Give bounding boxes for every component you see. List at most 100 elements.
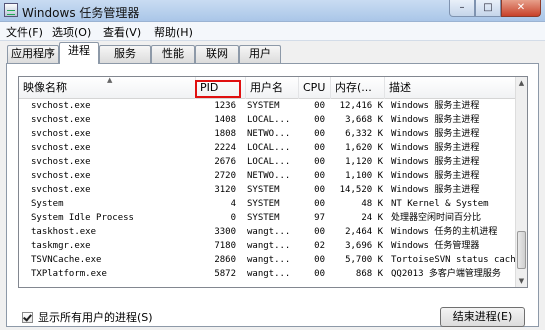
cell-pid: 3300: [214, 227, 236, 237]
column-cpu[interactable]: CPU: [299, 77, 331, 99]
cell-cpu: 00: [314, 157, 325, 167]
process-row[interactable]: svchost.exe 2676 LOCAL... 00 1,120 K Windows …: [19, 155, 517, 169]
cell-desc: Windows 服务主进程: [391, 143, 480, 153]
cell-mem: 12,416 K: [339, 101, 383, 111]
cell-name: System Idle Process: [31, 213, 134, 223]
scroll-thumb[interactable]: [517, 231, 526, 269]
cell-mem: 1,620 K: [345, 143, 383, 153]
cell-pid: 1408: [214, 115, 236, 125]
maximize-button[interactable]: □: [475, 0, 501, 17]
process-row[interactable]: svchost.exe 1808 NETWO... 00 6,332 K Windows …: [19, 127, 517, 141]
close-button[interactable]: ✕: [501, 0, 541, 17]
cell-cpu: 00: [314, 129, 325, 139]
cell-cpu: 00: [314, 185, 325, 195]
cell-desc: Windows 服务主进程: [391, 185, 480, 195]
cell-desc: Windows 任务的主机进程: [391, 227, 498, 237]
tab-processes[interactable]: 进程: [59, 42, 99, 64]
scroll-down-icon[interactable]: ▼: [516, 275, 527, 287]
cell-pid: 1808: [214, 129, 236, 139]
cell-name: svchost.exe: [31, 115, 91, 125]
cell-mem: 1,120 K: [345, 157, 383, 167]
cell-name: TSVNCache.exe: [31, 255, 102, 265]
column-image-name[interactable]: 映像名称 ▲: [19, 77, 196, 99]
process-row[interactable]: TSVNCache.exe 2860 wangt... 00 5,700 K Tortoi…: [19, 253, 517, 267]
menu-view[interactable]: 查看(V): [103, 24, 141, 40]
checkbox-checked-icon[interactable]: [22, 311, 33, 323]
cell-desc: Windows 服务主进程: [391, 171, 480, 181]
menu-bar: 文件(F) 选项(O) 查看(V) 帮助(H): [0, 22, 545, 41]
cell-cpu: 00: [314, 269, 325, 279]
column-description[interactable]: 描述: [385, 77, 517, 99]
cell-mem: 6,332 K: [345, 129, 383, 139]
cell-user: LOCAL...: [247, 143, 291, 153]
cell-desc: TortoiseSVN status cach: [391, 255, 515, 265]
cell-name: svchost.exe: [31, 171, 91, 181]
cell-mem: 3,668 K: [345, 115, 383, 125]
column-username[interactable]: 用户名: [246, 77, 299, 99]
cell-pid: 1236: [214, 101, 236, 111]
cell-cpu: 02: [314, 241, 325, 251]
process-row[interactable]: svchost.exe 2720 NETWO... 00 1,100 K Windows …: [19, 169, 517, 183]
cell-cpu: 97: [314, 213, 325, 223]
cell-user: SYSTEM: [247, 199, 280, 209]
menu-file[interactable]: 文件(F): [6, 24, 43, 40]
cell-cpu: 00: [314, 101, 325, 111]
cell-desc: 处理器空闲时间百分比: [391, 213, 482, 223]
menu-help[interactable]: 帮助(H): [154, 24, 193, 40]
cell-pid: 2676: [214, 157, 236, 167]
process-row[interactable]: taskhost.exe 3300 wangt... 00 2,464 K Windows…: [19, 225, 517, 239]
cell-user: wangt...: [247, 241, 291, 251]
window-controls: – □ ✕: [449, 0, 541, 18]
end-process-button[interactable]: 结束进程(E): [440, 307, 525, 327]
cell-pid: 2720: [214, 171, 236, 181]
cell-mem: 48 K: [361, 199, 383, 209]
process-row[interactable]: TXPlatform.exe 5872 wangt... 00 868 K QQ2013 …: [19, 267, 517, 281]
process-row[interactable]: svchost.exe 1408 LOCAL... 00 3,668 K Windows …: [19, 113, 517, 127]
cell-cpu: 00: [314, 115, 325, 125]
cell-cpu: 00: [314, 199, 325, 209]
cell-pid: 2860: [214, 255, 236, 265]
cell-desc: Windows 任务管理器: [391, 241, 480, 251]
cell-pid: 2224: [214, 143, 236, 153]
cell-pid: 4: [230, 199, 236, 209]
scroll-up-icon[interactable]: ▲: [516, 77, 527, 89]
cell-user: NETWO...: [247, 129, 291, 139]
tab-networking[interactable]: 联网: [195, 45, 239, 63]
tab-applications[interactable]: 应用程序: [7, 45, 59, 63]
task-manager-icon: [4, 3, 18, 17]
process-row[interactable]: System Idle Process 0 SYSTEM 97 24 K 处理器空闲时间百…: [19, 211, 517, 225]
cell-mem: 5,700 K: [345, 255, 383, 265]
cell-mem: 868 K: [355, 269, 383, 279]
cell-mem: 24 K: [361, 213, 383, 223]
cell-mem: 1,100 K: [345, 171, 383, 181]
vertical-scrollbar[interactable]: ▲ ▼: [515, 77, 527, 287]
cell-desc: Windows 服务主进程: [391, 115, 480, 125]
column-memory[interactable]: 内存(...: [331, 77, 385, 99]
cell-cpu: 00: [314, 171, 325, 181]
process-row[interactable]: System 4 SYSTEM 00 48 K NT Kernel & System: [19, 197, 517, 211]
cell-user: wangt...: [247, 255, 291, 265]
cell-cpu: 00: [314, 255, 325, 265]
tab-users[interactable]: 用户: [239, 45, 281, 63]
cell-user: SYSTEM: [247, 101, 280, 111]
cell-cpu: 00: [314, 143, 325, 153]
show-all-users-option[interactable]: 显示所有用户的进程(S): [22, 310, 153, 324]
cell-user: LOCAL...: [247, 115, 291, 125]
cell-cpu: 00: [314, 227, 325, 237]
process-row[interactable]: svchost.exe 3120 SYSTEM 00 14,520 K Windows 服…: [19, 183, 517, 197]
process-row[interactable]: svchost.exe 2224 LOCAL... 00 1,620 K Windows …: [19, 141, 517, 155]
title-bar: Windows 任务管理器 – □ ✕: [0, 0, 545, 22]
cell-name: svchost.exe: [31, 143, 91, 153]
tab-services[interactable]: 服务: [99, 45, 151, 63]
process-row[interactable]: svchost.exe 1236 SYSTEM 00 12,416 K Windows 服…: [19, 99, 517, 113]
process-row[interactable]: taskmgr.exe 7180 wangt... 02 3,696 K Windows …: [19, 239, 517, 253]
menu-options[interactable]: 选项(O): [52, 24, 91, 40]
tab-performance[interactable]: 性能: [151, 45, 195, 63]
cell-user: wangt...: [247, 227, 291, 237]
minimize-button[interactable]: –: [449, 0, 475, 17]
cell-mem: 2,464 K: [345, 227, 383, 237]
cell-user: NETWO...: [247, 171, 291, 181]
cell-pid: 0: [230, 213, 236, 223]
process-list[interactable]: 映像名称 ▲ PID 用户名 CPU 内存(... 描述 svchost.exe…: [18, 76, 528, 288]
cell-desc: Windows 服务主进程: [391, 101, 480, 111]
